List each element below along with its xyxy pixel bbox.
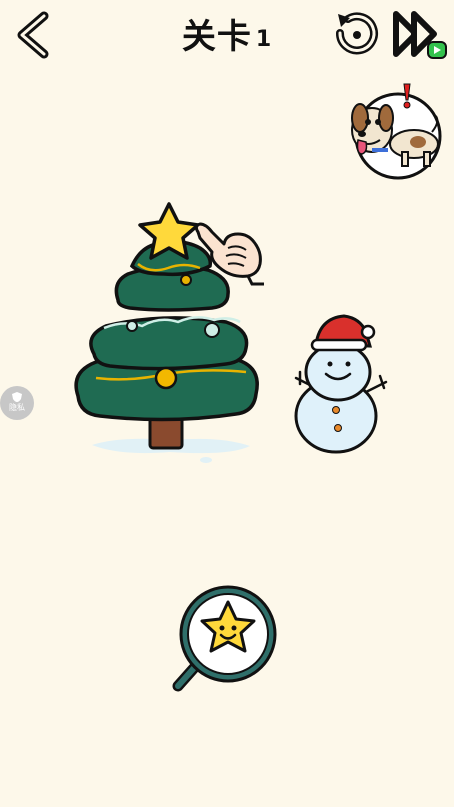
smiling-star-icon — [172, 585, 277, 692]
top-bar: 关卡 1 — [0, 0, 454, 80]
level-label: 关卡 — [181, 17, 252, 57]
level-number: 1 — [255, 27, 273, 52]
back-button[interactable] — [8, 8, 56, 60]
dog-hint-icon: ! — [340, 78, 442, 180]
target-magnifier — [168, 582, 284, 700]
skip-forward-video-icon — [393, 11, 447, 59]
snowman — [294, 314, 388, 454]
restart-icon — [335, 12, 378, 55]
restart-button[interactable] — [328, 8, 386, 58]
chevron-left-icon — [17, 11, 49, 59]
level-title: 关卡 1 — [150, 14, 304, 60]
skip-level-button[interactable] — [390, 6, 450, 62]
pointing-hand — [192, 218, 270, 286]
hint-button[interactable]: ! — [340, 78, 448, 182]
hint-alert-text: ! — [340, 78, 341, 79]
pointing-hand-icon — [194, 222, 264, 286]
